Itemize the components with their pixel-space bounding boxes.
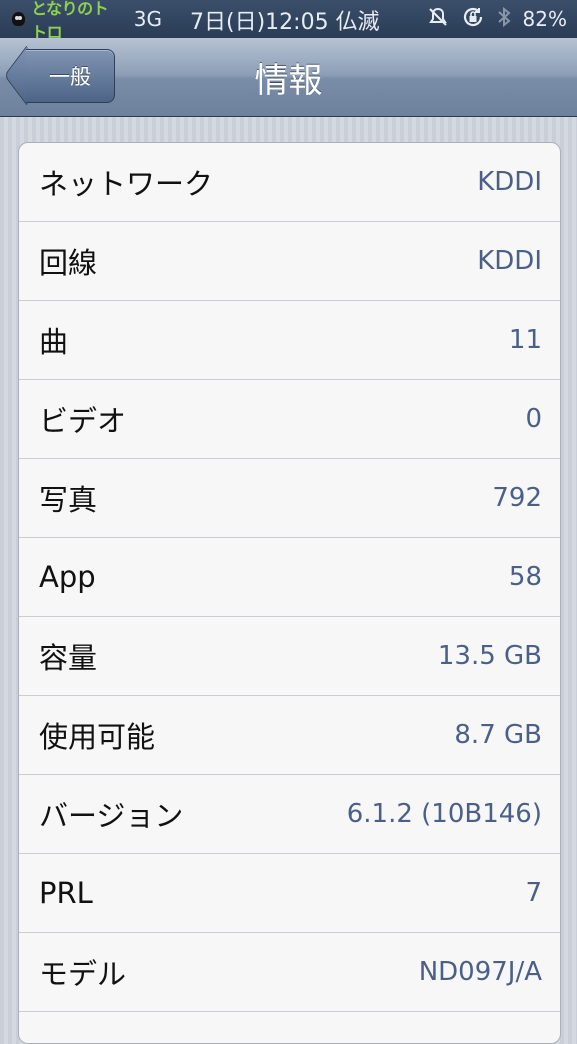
table-row: モデル ND097J/A (19, 933, 560, 1012)
table-row: App 58 (19, 538, 560, 617)
row-label: 容量 (39, 641, 98, 675)
row-value: 7 (525, 878, 542, 908)
row-value: 58 (508, 562, 542, 592)
bluetooth-icon (497, 6, 511, 33)
status-datetime: 7日(日)12:05 仏滅 (190, 10, 380, 35)
row-value: 11 (508, 325, 542, 355)
row-label: バージョン (39, 799, 184, 833)
row-label: 写真 (39, 483, 98, 517)
about-info-table: ネットワーク KDDI 回線 KDDI 曲 11 ビデオ 0 写真 792 App 58 容量 13.5 … (18, 142, 561, 1044)
table-row: 曲 11 (19, 301, 560, 380)
rotation-lock-icon (461, 5, 485, 34)
table-row: バージョン 6.1.2 (10B146) (19, 775, 560, 854)
table-row: PRL 7 (19, 854, 560, 933)
row-label: App (39, 560, 96, 594)
back-button-label: 一般 (49, 65, 91, 89)
row-value: 792 (492, 483, 542, 513)
row-label: モデル (39, 957, 127, 991)
row-value: 6.1.2 (10B146) (346, 799, 542, 829)
table-row: ネットワーク KDDI (19, 143, 560, 222)
table-row: 回線 KDDI (19, 222, 560, 301)
table-row: ビデオ 0 (19, 380, 560, 459)
row-value: 13.5 GB (437, 641, 542, 671)
row-value: KDDI (477, 167, 542, 197)
back-button-general[interactable]: 一般 (26, 49, 115, 103)
table-row: 写真 792 (19, 459, 560, 538)
row-value: 8.7 GB (454, 720, 542, 750)
row-value: 0 (525, 404, 542, 434)
network-type: 3G (133, 7, 162, 31)
status-bar: となりのトトロ 3G 7日(日)12:05 仏滅 82% (0, 0, 577, 42)
row-label: ネットワーク (39, 167, 214, 201)
owl-icon (12, 12, 26, 26)
row-label: 使用可能 (39, 720, 156, 754)
row-value: KDDI (477, 246, 542, 276)
bell-muted-icon (427, 6, 449, 33)
row-value: ND097J/A (418, 957, 542, 987)
table-row: 容量 13.5 GB (19, 617, 560, 696)
battery-percent: 82% (522, 7, 567, 31)
row-label: ビデオ (39, 404, 127, 438)
navigation-bar: 一般 情報 (0, 38, 577, 117)
table-row: 使用可能 8.7 GB (19, 696, 560, 775)
row-label: 曲 (39, 325, 69, 359)
row-label: PRL (39, 876, 93, 910)
row-label: 回線 (39, 246, 98, 280)
carrier-name: となりのトトロ (31, 0, 109, 42)
